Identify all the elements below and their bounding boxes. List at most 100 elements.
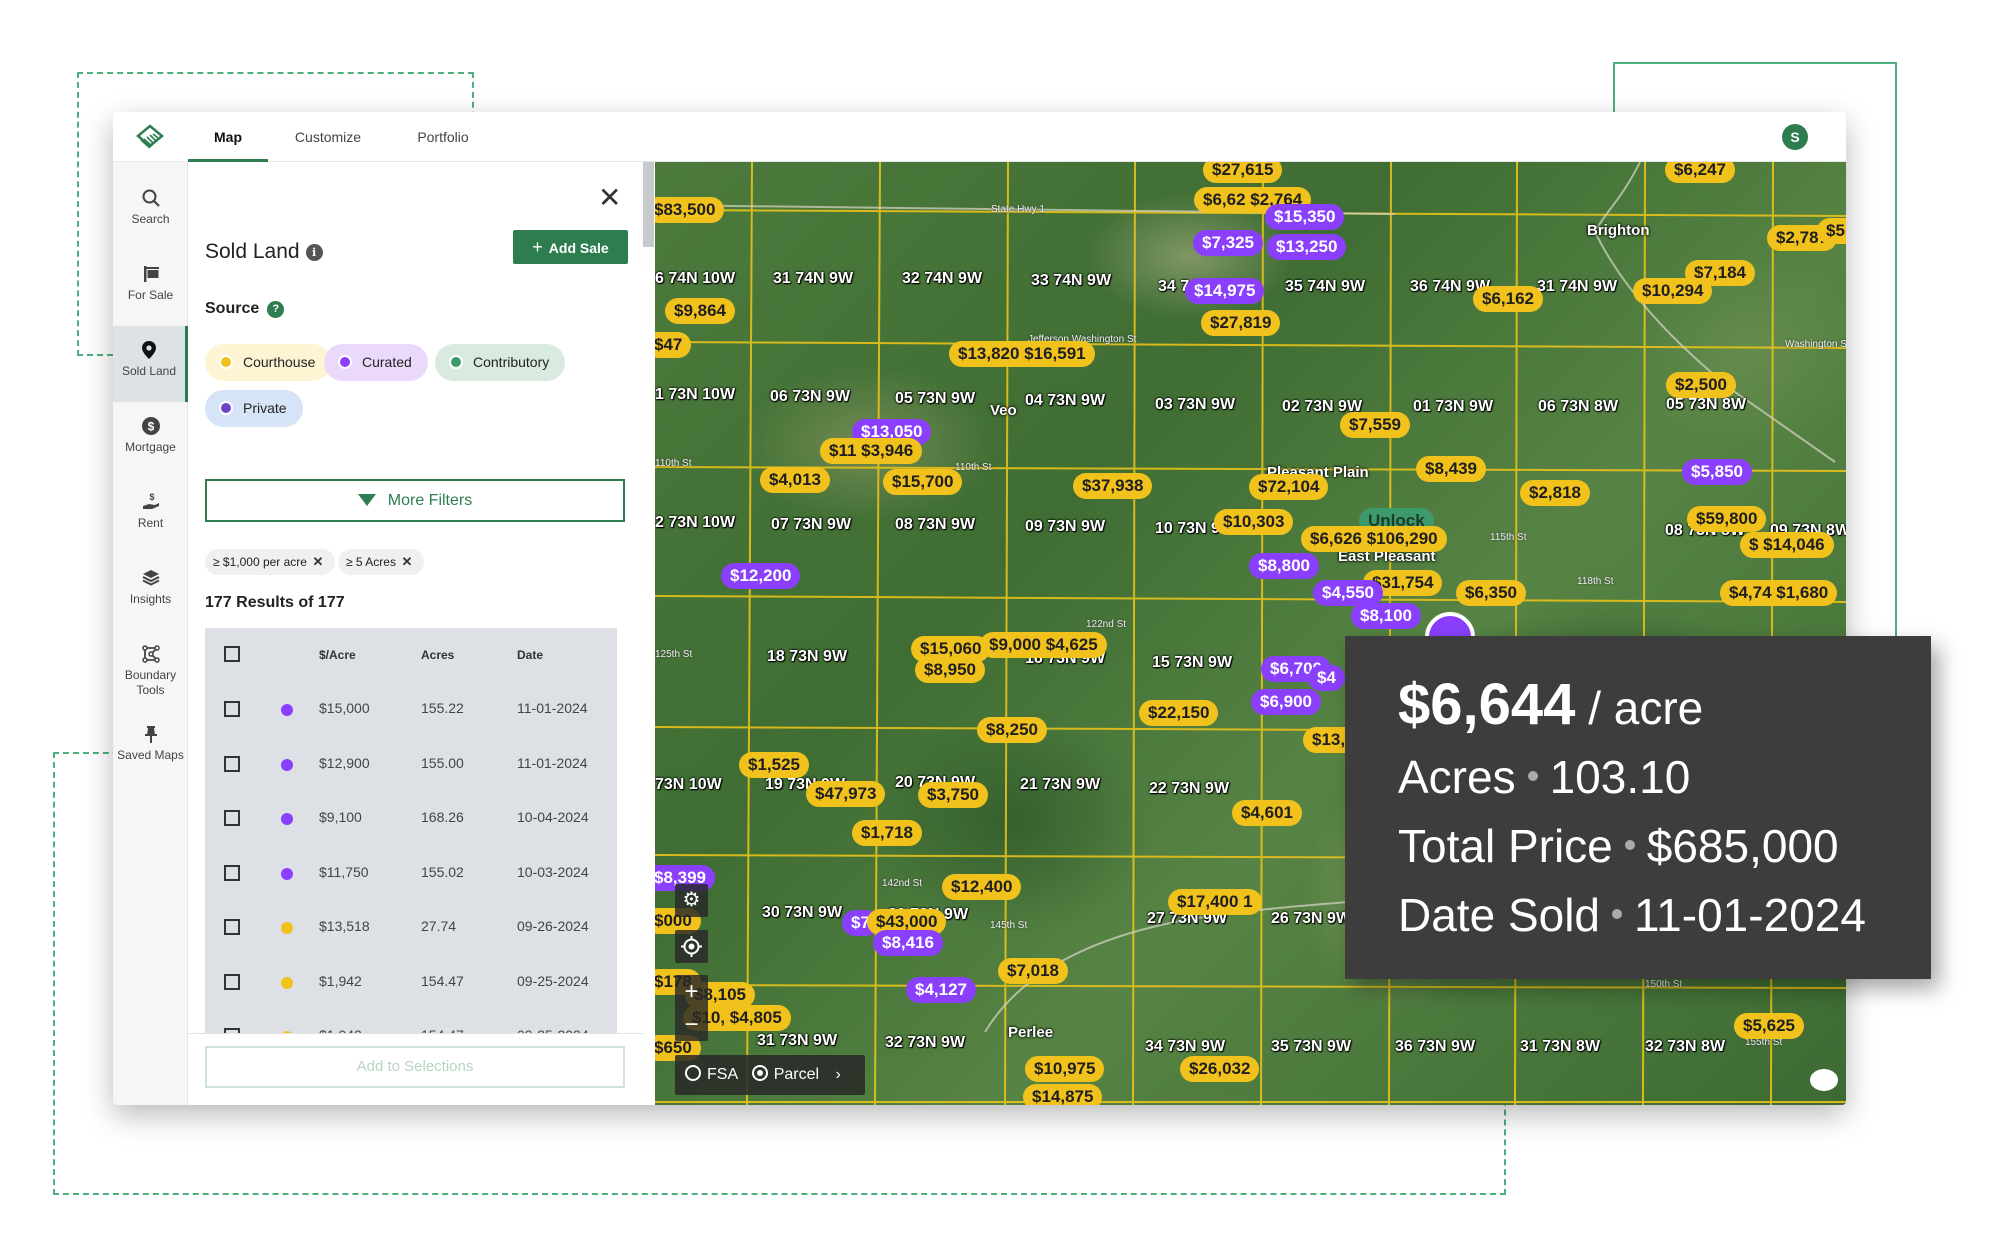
price-marker[interactable]: $8,800	[1249, 553, 1319, 579]
price-marker[interactable]: $26,032	[1180, 1056, 1260, 1082]
price-marker[interactable]: $72,104	[1249, 474, 1329, 500]
price-marker[interactable]: $12,200	[721, 563, 801, 589]
source-chip-private[interactable]: Private	[205, 390, 303, 427]
user-avatar[interactable]: S	[1782, 124, 1808, 150]
column-header-date[interactable]: Date	[517, 648, 543, 662]
price-marker[interactable]: $4,74 $1,680	[1720, 580, 1838, 606]
remove-filter-icon[interactable]: ✕	[396, 549, 418, 575]
fsa-radio[interactable]	[685, 1065, 701, 1081]
price-marker[interactable]: $8,439	[1416, 456, 1486, 482]
price-marker[interactable]: $1,525	[739, 752, 809, 778]
price-marker[interactable]: $9,000 $4,625	[980, 632, 1107, 658]
rail-item-rent[interactable]: $ Rent	[113, 478, 188, 554]
price-marker[interactable]: $17,400 1	[1168, 889, 1262, 915]
row-checkbox[interactable]	[224, 755, 240, 772]
zoom-out-button[interactable]: −	[675, 1008, 708, 1041]
price-marker[interactable]: $6,247	[1665, 162, 1735, 183]
price-marker[interactable]: $37,938	[1073, 473, 1153, 499]
map-settings-button[interactable]: ⚙	[675, 884, 708, 917]
rail-item-sold-land[interactable]: Sold Land	[113, 326, 188, 402]
price-marker[interactable]: $10,303	[1214, 509, 1294, 535]
price-marker[interactable]: $13,250	[1267, 234, 1347, 260]
rail-item-saved-maps[interactable]: Saved Maps	[113, 710, 188, 792]
price-marker[interactable]: $27,819	[1201, 310, 1281, 336]
price-marker[interactable]: $6,900	[1251, 689, 1321, 715]
price-marker[interactable]: $5,850	[1682, 459, 1752, 485]
table-row[interactable]: $9,100 168.26 10-04-2024	[205, 791, 617, 845]
price-marker[interactable]: $9,864	[665, 298, 735, 324]
locate-me-button[interactable]	[675, 930, 708, 963]
price-marker[interactable]: $4,127	[906, 977, 976, 1003]
price-marker[interactable]: $10,294	[1633, 278, 1713, 304]
price-marker[interactable]: $8,416	[873, 930, 943, 956]
price-marker[interactable]: $47	[655, 332, 692, 358]
price-marker[interactable]: $8,100	[1351, 603, 1421, 629]
zoom-in-button[interactable]: +	[675, 975, 708, 1008]
panel-scrollbar[interactable]	[643, 162, 654, 247]
price-marker[interactable]: $5,529	[1817, 218, 1846, 244]
price-marker[interactable]: $5,625	[1734, 1013, 1804, 1039]
row-checkbox[interactable]	[224, 701, 240, 717]
parcel-radio[interactable]	[751, 1065, 768, 1081]
info-icon[interactable]: i	[305, 244, 323, 261]
price-marker[interactable]: $14,875	[1023, 1084, 1103, 1105]
layers-logo-icon[interactable]	[135, 124, 165, 152]
column-header-acres[interactable]: Acres	[421, 648, 454, 662]
add-to-selections-button[interactable]: Add to Selections	[205, 1046, 625, 1088]
price-marker[interactable]: $83,500	[655, 197, 725, 223]
tab-portfolio[interactable]: Portfolio	[393, 112, 493, 162]
table-row[interactable]: $1,942154.4709-25-2024	[205, 955, 617, 1009]
rail-item-insights[interactable]: Insights	[113, 554, 188, 630]
price-marker[interactable]: $13,820 $16,591	[949, 341, 1095, 367]
price-marker[interactable]: $12,400	[942, 874, 1022, 900]
column-header-price[interactable]: $/Acre	[319, 648, 356, 662]
chevron-right-icon[interactable]: ›	[836, 1066, 841, 1083]
rail-item-search[interactable]: Search	[113, 174, 188, 250]
price-marker[interactable]: $27,615	[1203, 162, 1283, 183]
price-marker[interactable]: $4,013	[760, 467, 830, 493]
table-row[interactable]: $12,900 155.00 11-01-2024	[205, 737, 617, 791]
price-marker[interactable]: $4	[1308, 665, 1345, 691]
price-marker[interactable]: $15,350	[1265, 204, 1345, 230]
price-marker[interactable]: $6,626 $106,290	[1301, 526, 1447, 552]
price-marker[interactable]: $7,559	[1340, 412, 1410, 438]
price-marker[interactable]: $4,601	[1232, 800, 1302, 826]
price-marker[interactable]: $8,950	[915, 657, 985, 683]
price-marker[interactable]: $2,818	[1520, 480, 1590, 506]
price-marker[interactable]: $6,162	[1473, 286, 1543, 312]
price-marker[interactable]: $7,325	[1193, 230, 1263, 256]
row-checkbox[interactable]	[224, 919, 240, 935]
price-marker[interactable]: $59,800	[1687, 506, 1767, 532]
price-marker[interactable]: $15,700	[883, 469, 963, 495]
row-checkbox[interactable]	[224, 810, 240, 826]
price-marker[interactable]: $7,018	[998, 958, 1068, 984]
source-chip-courthouse[interactable]: Courthouse	[205, 344, 332, 381]
price-marker[interactable]: $8,250	[977, 717, 1047, 743]
table-row[interactable]: $13,518 27.74 09-26-2024	[205, 900, 617, 954]
table-row[interactable]: $15,000 155.22 11-01-2024	[205, 682, 617, 736]
price-marker[interactable]: $6,350	[1456, 580, 1526, 606]
remove-filter-icon[interactable]: ✕	[307, 549, 329, 575]
source-chip-curated[interactable]: Curated	[324, 344, 428, 381]
select-all-checkbox[interactable]	[224, 646, 240, 662]
rail-item-for-sale[interactable]: For Sale	[113, 250, 188, 326]
rail-item-mortgage[interactable]: $ Mortgage	[113, 402, 188, 478]
add-sale-button[interactable]: + Add Sale	[513, 230, 628, 264]
source-chip-contributory[interactable]: Contributory	[435, 344, 566, 381]
price-marker[interactable]: $14,975	[1185, 278, 1265, 304]
table-row[interactable]: $11,750 155.02 10-03-2024	[205, 846, 617, 900]
tab-customize[interactable]: Customize	[278, 112, 378, 162]
help-icon[interactable]: ?	[267, 301, 285, 318]
close-panel-button[interactable]: ✕	[598, 184, 621, 212]
price-marker[interactable]: $47,973	[806, 781, 886, 807]
row-checkbox[interactable]	[224, 973, 240, 990]
table-row[interactable]: $1,942154.4709-25-2024	[205, 1009, 617, 1033]
price-marker[interactable]: $22,150	[1139, 700, 1219, 726]
price-marker[interactable]: $1,718	[852, 820, 922, 846]
price-marker[interactable]: $2,500	[1666, 372, 1736, 398]
price-marker[interactable]: $ $14,046	[1740, 532, 1834, 558]
more-filters-button[interactable]: More Filters	[205, 479, 625, 522]
row-checkbox[interactable]	[224, 864, 240, 881]
price-marker[interactable]: $10,975	[1025, 1056, 1105, 1082]
rail-item-boundary-tools[interactable]: Boundary Tools	[113, 630, 188, 712]
